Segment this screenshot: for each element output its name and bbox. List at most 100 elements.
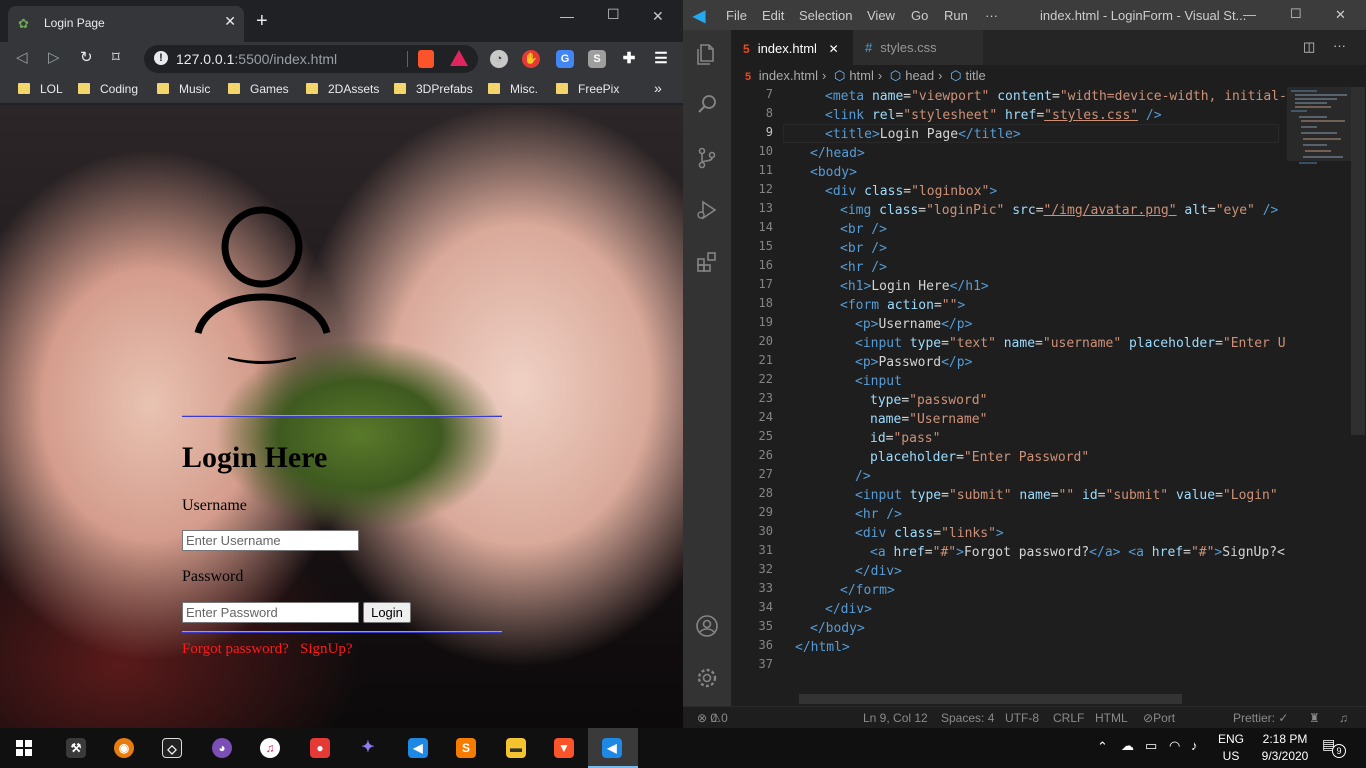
password-input[interactable] (182, 602, 359, 623)
menu-edit[interactable]: Edit (762, 8, 784, 23)
brave-shields-icon[interactable] (418, 50, 434, 68)
bookmark-folder-freepix[interactable]: FreePix (556, 82, 619, 98)
extension-translate-icon[interactable]: G (556, 50, 574, 68)
taskbar-app-sublime[interactable]: S (442, 728, 490, 768)
taskbar-app-github[interactable]: ◕ (198, 728, 246, 768)
menu-file[interactable]: File (726, 8, 747, 23)
bookmark-folder-3dprefabs[interactable]: 3DPrefabs (394, 82, 473, 98)
taskbar-app-vscode-active[interactable]: ◀ (588, 728, 638, 768)
menu-run[interactable]: Run (944, 8, 968, 23)
taskbar-app-blender[interactable]: ◉ (100, 728, 148, 768)
split-editor-icon[interactable]: ◫ (1303, 39, 1315, 55)
bookmarks-overflow-button[interactable]: » (654, 80, 662, 96)
taskbar-app-vscode[interactable]: ◀ (394, 728, 442, 768)
extensions-puzzle-icon[interactable]: ✚ (620, 50, 638, 68)
notifications-bell-icon[interactable]: ♫ (1339, 707, 1348, 728)
prettier-status[interactable]: Prettier: ✓ (1233, 707, 1288, 728)
sublime-text-icon: S (456, 738, 476, 758)
run-debug-icon[interactable] (695, 198, 719, 222)
encoding[interactable]: UTF-8 (1005, 707, 1039, 728)
brave-rewards-icon[interactable] (450, 50, 468, 66)
forgot-password-link[interactable]: Forgot password? (182, 641, 289, 658)
minimize-icon[interactable]: — (560, 8, 574, 24)
bookmark-folder-lol[interactable]: LOL (18, 82, 63, 98)
extension-compass-icon[interactable]: ◔ (490, 50, 508, 68)
vscode-close-icon[interactable]: ✕ (1335, 7, 1346, 23)
breadcrumb-file[interactable]: index.html (759, 68, 818, 83)
code-editor[interactable]: 7 8 9 10 11 12 13 14 15 16 17 18 19 20 2… (731, 87, 1366, 706)
browser-menu-icon[interactable]: ☰ (652, 50, 670, 68)
onedrive-cloud-icon[interactable]: ☁ (1121, 738, 1134, 754)
bookmark-folder-misc[interactable]: Misc. (488, 82, 538, 98)
new-tab-button[interactable]: + (256, 11, 268, 31)
extension-s-icon[interactable]: S (588, 50, 606, 68)
vscode-maximize-icon[interactable]: ☐ (1290, 6, 1302, 22)
bookmark-folder-coding[interactable]: Coding (78, 82, 138, 98)
vscode-minimize-icon[interactable]: — (1243, 7, 1256, 22)
vertical-scrollbar[interactable] (1351, 87, 1365, 435)
login-submit-button[interactable]: Login (363, 602, 411, 623)
menu-more[interactable]: ··· (985, 8, 998, 23)
taskbar-app-bird[interactable]: ✦ (344, 728, 392, 768)
menu-view[interactable]: View (867, 8, 895, 23)
input-language[interactable]: ENG US (1216, 731, 1246, 765)
taskbar-app-explorer[interactable]: ▬ (492, 728, 540, 768)
username-input[interactable] (182, 530, 359, 551)
taskbar-app-tool[interactable]: ⚒ (52, 728, 100, 768)
taskbar-app-recorder[interactable]: ● (296, 728, 344, 768)
cursor-position[interactable]: Ln 9, Col 12 (863, 707, 928, 728)
search-icon[interactable] (695, 92, 719, 116)
wifi-icon[interactable]: ◠ (1169, 738, 1180, 754)
battery-icon[interactable]: ▭ (1145, 738, 1157, 754)
line-number: 35 (758, 619, 773, 633)
back-icon[interactable]: ◁ (16, 48, 28, 66)
clock[interactable]: 2:18 PM 9/3/2020 (1255, 731, 1315, 765)
reload-icon[interactable]: ↻ (80, 48, 93, 66)
signup-link[interactable]: SignUp? (300, 641, 353, 658)
volume-icon[interactable]: ♪ (1191, 738, 1198, 753)
more-actions-icon[interactable]: ··· (1333, 38, 1346, 53)
bookmark-folder-games[interactable]: Games (228, 82, 289, 98)
maximize-icon[interactable]: ☐ (607, 6, 620, 23)
horizontal-scrollbar[interactable] (799, 694, 1182, 704)
site-info-icon[interactable]: ! (154, 51, 168, 65)
chevron-up-icon[interactable]: ⌃ (1097, 739, 1108, 755)
taskbar-app-unity[interactable]: ◇ (148, 728, 196, 768)
close-tab-icon[interactable]: ✕ (829, 42, 839, 56)
language-mode[interactable]: HTML (1095, 707, 1128, 728)
breadcrumb-head[interactable]: head (905, 68, 934, 83)
accounts-icon[interactable] (695, 614, 719, 638)
taskbar-app-brave[interactable]: ▼ (540, 728, 588, 768)
start-button[interactable] (0, 728, 48, 768)
menu-selection[interactable]: Selection (799, 8, 852, 23)
live-server-port[interactable]: ⊘ Port : 5500 (1143, 707, 1175, 728)
tab-styles-css[interactable]: # styles.css (853, 30, 983, 65)
minimap[interactable] (1287, 87, 1351, 187)
errors-warnings[interactable]: ⊗ 0 ⚠ 0 (697, 707, 728, 728)
explorer-icon[interactable] (695, 42, 719, 66)
menu-go[interactable]: Go (911, 8, 928, 23)
bookmark-icon[interactable]: ⌑ (112, 48, 120, 66)
vscode-titlebar: ◀ File Edit Selection View Go Run ··· in… (683, 0, 1366, 30)
line-number: 17 (758, 277, 773, 291)
extension-adblock-icon[interactable]: ✋ (522, 50, 540, 68)
settings-gear-icon[interactable] (695, 666, 719, 690)
extensions-icon[interactable] (695, 250, 719, 274)
forward-icon[interactable]: ▷ (48, 48, 60, 66)
taskbar-app-itunes[interactable]: ♫ (246, 728, 294, 768)
address-bar[interactable]: ! 127.0.0.1:5500/index.html (144, 45, 478, 73)
indentation[interactable]: Spaces: 4 (941, 707, 994, 728)
action-center-button[interactable]: ▤ 9 (1320, 736, 1348, 760)
breadcrumb-title[interactable]: title (965, 68, 985, 83)
close-tab-icon[interactable]: ✕ (224, 13, 236, 30)
browser-tab-login-page[interactable]: ✿ Login Page ✕ (8, 6, 244, 42)
bookmark-folder-2dassets[interactable]: 2DAssets (306, 82, 379, 98)
line-ending[interactable]: CRLF (1053, 707, 1084, 728)
bookmark-folder-music[interactable]: Music (157, 82, 210, 98)
source-control-icon[interactable] (695, 146, 719, 170)
feedback-icon[interactable]: ♜ (1309, 707, 1320, 728)
tab-index-html[interactable]: 5 index.html ✕ (731, 30, 853, 65)
line-number: 23 (758, 391, 773, 405)
breadcrumb-html[interactable]: html (849, 68, 874, 83)
close-window-icon[interactable]: ✕ (652, 8, 664, 25)
